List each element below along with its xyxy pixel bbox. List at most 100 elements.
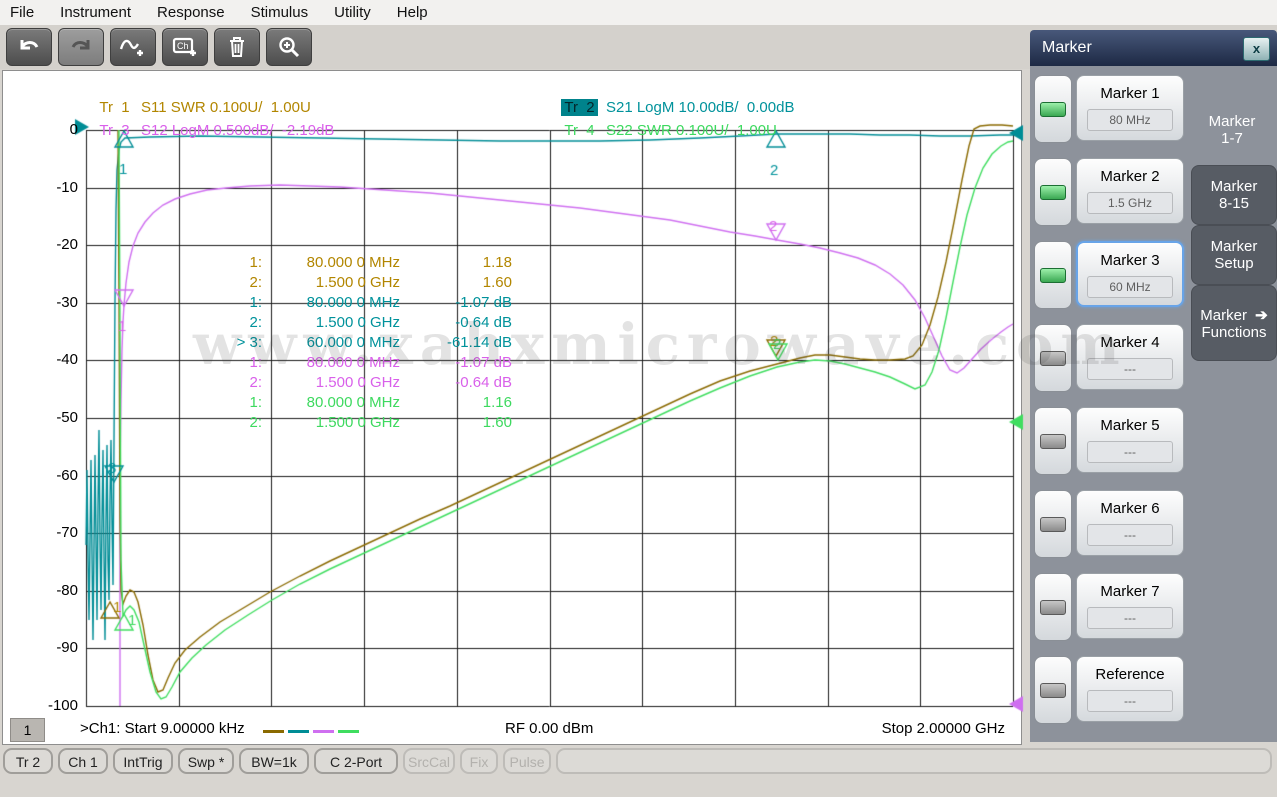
- softkey-inttrig[interactable]: IntTrig: [113, 748, 173, 774]
- add-channel-button[interactable]: Ch: [162, 28, 208, 66]
- trace-id-tr3: Tr 3: [99, 122, 130, 139]
- start-frequency-label: >Ch1: Start 9.00000 kHz: [80, 720, 245, 737]
- marker-row-marker-6: Marker 6 ---: [1032, 490, 1186, 558]
- marker-5-toggle[interactable]: [1034, 407, 1072, 475]
- legend-dash-tr4: [338, 730, 359, 733]
- marker-readout-row: 2: 1.500 0 GHz 1.60: [249, 414, 512, 431]
- y-tick-0: 0: [69, 121, 78, 138]
- tab-marker-functions[interactable]: Marker ➔ Functions: [1191, 285, 1277, 361]
- marker-7-toggle[interactable]: [1034, 573, 1072, 641]
- marker-panel-tabs: Marker 1-7 Marker 8-15 Marker Setup Marker …: [1188, 66, 1277, 742]
- marker-readout-row: 2: 1.500 0 GHz -0.64 dB: [249, 314, 512, 331]
- undo-button[interactable]: [6, 28, 52, 66]
- zoom-button[interactable]: [266, 28, 312, 66]
- marker-4-button[interactable]: Marker 4 ---: [1076, 324, 1184, 390]
- trace-label-tr3[interactable]: Tr 3 S12 LogM 0.500dB/ -2.19dB: [88, 105, 334, 139]
- legend-dash-tr3: [313, 730, 334, 733]
- marker-row-marker-2: Marker 2 1.5 GHz: [1032, 158, 1186, 226]
- y-tick--80: -80: [56, 581, 78, 599]
- marker-4-toggle[interactable]: [1034, 324, 1072, 392]
- marker-3-toggle[interactable]: [1034, 241, 1072, 309]
- marker-7-button[interactable]: Marker 7 ---: [1076, 573, 1184, 639]
- marker-3-button[interactable]: Marker 3 60 MHz: [1076, 241, 1184, 307]
- softkey-pulse: Pulse: [503, 748, 551, 774]
- y-tick--40: -40: [56, 351, 78, 369]
- marker-row-marker-4: Marker 4 ---: [1032, 324, 1186, 392]
- trace-text-tr4: S22 SWR 0.100U/ 1.00U: [605, 122, 777, 139]
- marker-button-label: Marker 2: [1100, 168, 1160, 185]
- add-trace-button[interactable]: [110, 28, 156, 66]
- softkey-empty: [556, 748, 1272, 774]
- channel-badge[interactable]: 1: [10, 718, 45, 742]
- marker-panel-titlebar[interactable]: Marker x: [1030, 30, 1277, 66]
- redo-button[interactable]: [58, 28, 104, 66]
- marker-2-button[interactable]: Marker 2 1.5 GHz: [1076, 158, 1184, 224]
- led-indicator-off: [1040, 683, 1066, 698]
- marker-2-toggle[interactable]: [1034, 158, 1072, 226]
- marker-button-label: Reference: [1095, 666, 1165, 683]
- led-indicator-on: [1040, 102, 1066, 117]
- softkey-c-2-port[interactable]: C 2-Port: [314, 748, 398, 774]
- tab-marker-setup[interactable]: Marker Setup: [1191, 225, 1277, 285]
- marker-button-value: ---: [1087, 441, 1173, 463]
- marker-6-toggle[interactable]: [1034, 490, 1072, 558]
- reference-toggle[interactable]: [1034, 656, 1072, 724]
- legend-dash-tr1: [263, 730, 284, 733]
- marker-readout-row: > 3: 60.000 0 MHz -61.14 dB: [236, 334, 512, 351]
- menu-item-file[interactable]: File: [10, 4, 34, 21]
- marker-row-marker-7: Marker 7 ---: [1032, 573, 1186, 641]
- marker-row-marker-1: Marker 1 80 MHz: [1032, 75, 1186, 143]
- reference-button[interactable]: Reference ---: [1076, 656, 1184, 722]
- led-indicator-off: [1040, 434, 1066, 449]
- marker-readout-row: 1: 80.000 0 MHz 1.16: [249, 394, 512, 411]
- marker-panel-body: Marker 1 80 MHz Marker 2 1.5 GHz Marker 3 60 …: [1030, 66, 1188, 742]
- legend-dash-tr2: [288, 730, 309, 733]
- close-icon[interactable]: x: [1243, 37, 1270, 61]
- led-indicator-off: [1040, 600, 1066, 615]
- menu-item-stimulus[interactable]: Stimulus: [251, 4, 309, 21]
- softkey-bw-1k[interactable]: BW=1k: [239, 748, 309, 774]
- marker-readout-row: 2: 1.500 0 GHz -0.64 dB: [249, 374, 512, 391]
- tab-marker-1-7[interactable]: Marker 1-7: [1188, 96, 1276, 163]
- marker-readout-row: 2: 1.500 0 GHz 1.60: [249, 274, 512, 291]
- menu-item-response[interactable]: Response: [157, 4, 225, 21]
- tab-marker-8-15[interactable]: Marker 8-15: [1191, 165, 1277, 225]
- menu-item-utility[interactable]: Utility: [334, 4, 371, 21]
- marker-button-label: Marker 7: [1100, 583, 1160, 600]
- y-tick--60: -60: [56, 466, 78, 484]
- led-indicator-off: [1040, 517, 1066, 532]
- led-indicator-on: [1040, 268, 1066, 283]
- softkey-swp-[interactable]: Swp *: [178, 748, 234, 774]
- arrow-right-icon: ➔: [1255, 306, 1268, 324]
- marker-row-reference: Reference ---: [1032, 656, 1186, 724]
- delete-button[interactable]: [214, 28, 260, 66]
- marker-readout-row: 1: 80.000 0 MHz 1.18: [249, 254, 512, 271]
- marker-readout-row: 1: 80.000 0 MHz -1.07 dB: [249, 294, 512, 311]
- marker-1-toggle[interactable]: [1034, 75, 1072, 143]
- channel-status-bar: 1 >Ch1: Start 9.00000 kHz RF 0.00 dBm St…: [0, 718, 1020, 744]
- marker-row-marker-5: Marker 5 ---: [1032, 407, 1186, 475]
- marker-button-label: Marker 4: [1100, 334, 1160, 351]
- marker-button-value: ---: [1087, 358, 1173, 380]
- add-channel-icon: Ch: [172, 37, 196, 56]
- redo-icon: [71, 40, 90, 50]
- y-tick--10: -10: [56, 178, 78, 196]
- stop-frequency-label: Stop 2.00000 GHz: [881, 720, 1005, 737]
- marker-button-value: ---: [1087, 524, 1173, 546]
- y-tick--70: -70: [56, 524, 78, 542]
- marker-6-button[interactable]: Marker 6 ---: [1076, 490, 1184, 556]
- undo-icon: [20, 40, 39, 50]
- softkey-ch-1[interactable]: Ch 1: [58, 748, 108, 774]
- marker-5-button[interactable]: Marker 5 ---: [1076, 407, 1184, 473]
- add-trace-icon: [119, 39, 143, 56]
- menu-item-instrument[interactable]: Instrument: [60, 4, 131, 21]
- trace-label-tr4[interactable]: Tr 4 S22 SWR 0.100U/ 1.00U: [553, 105, 777, 139]
- status-button-bar: Tr 2 Ch 1 IntTrig Swp * BW=1k C 2-Port SrcCal F…: [0, 747, 1277, 777]
- marker-1-button[interactable]: Marker 1 80 MHz: [1076, 75, 1184, 141]
- softkey-tr-2[interactable]: Tr 2: [3, 748, 53, 774]
- y-tick--20: -20: [56, 236, 78, 254]
- trace-text-tr3: S12 LogM 0.500dB/ -2.19dB: [140, 122, 335, 139]
- menu-item-help[interactable]: Help: [397, 4, 428, 21]
- marker-button-label: Marker 5: [1100, 417, 1160, 434]
- marker-button-label: Marker 3: [1100, 252, 1160, 269]
